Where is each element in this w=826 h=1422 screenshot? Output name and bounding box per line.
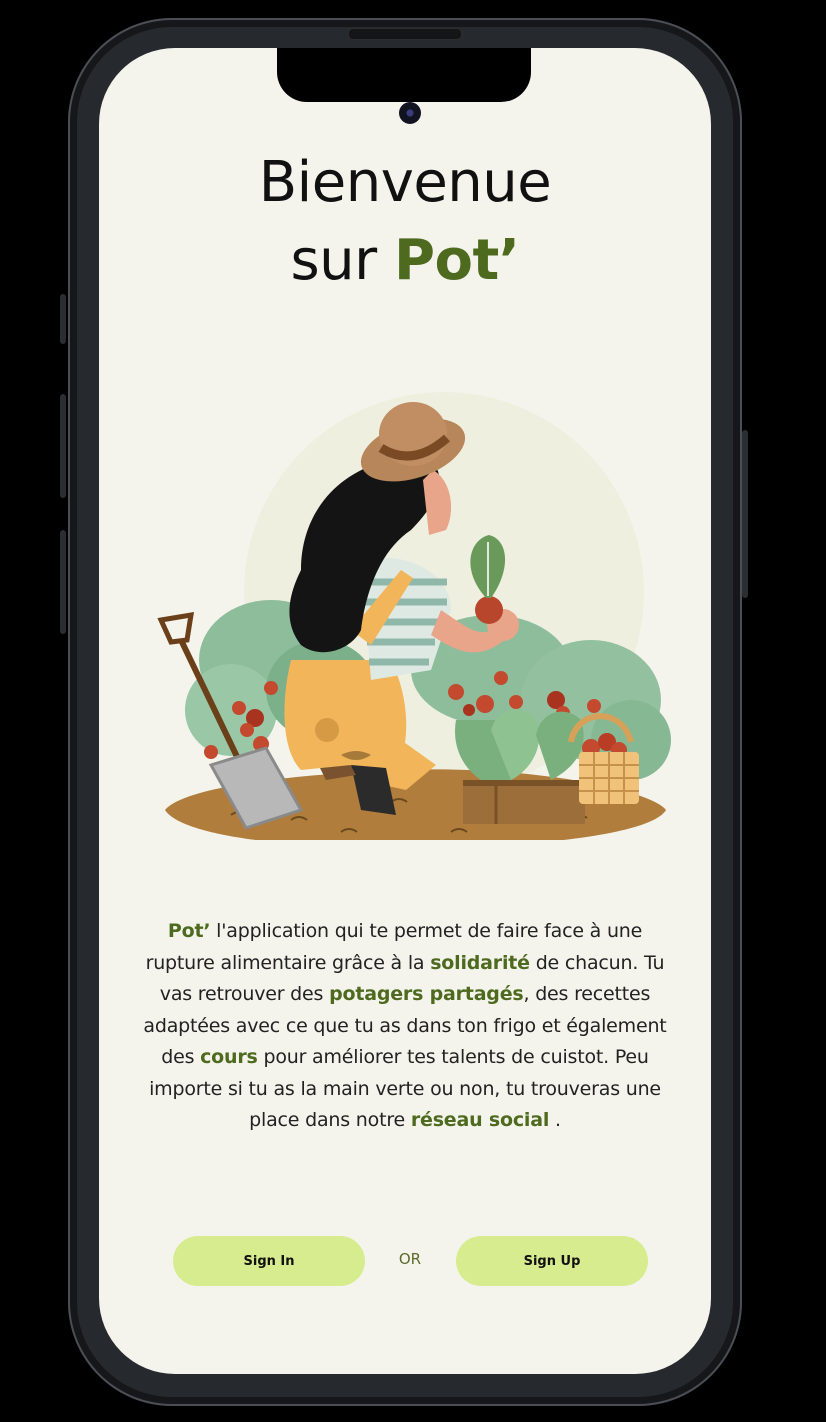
app-description: Pot’ l'application qui te permet de fair… (139, 916, 671, 1137)
volume-up-button (60, 394, 66, 498)
notch (277, 48, 531, 102)
description-text: . (549, 1109, 561, 1131)
mute-switch (60, 294, 66, 344)
vegetable-crate (455, 709, 585, 824)
description-highlight: Pot’ (167, 920, 211, 942)
description-highlight: potagers partagés (329, 983, 524, 1005)
welcome-line1: Bienvenue (258, 150, 552, 215)
sign-up-button[interactable]: Sign Up (456, 1236, 648, 1286)
description-highlight: solidarité (430, 951, 530, 974)
speaker-grille (348, 28, 462, 40)
volume-down-button (60, 530, 66, 634)
phone-screen: Bienvenue sur Pot’ Pot’ l'application qu… (99, 48, 711, 1374)
welcome-line2-prefix: sur (290, 228, 394, 293)
or-separator: OR (398, 1250, 422, 1268)
sign-in-button[interactable]: Sign In (173, 1236, 365, 1286)
front-camera (399, 102, 421, 124)
welcome-title: Bienvenue sur Pot’ (99, 144, 711, 300)
description-highlight: cours (200, 1046, 258, 1068)
power-button (742, 430, 748, 598)
description-highlight: réseau social (410, 1109, 550, 1131)
gardener-illustration (157, 392, 671, 840)
brand-name: Pot’ (393, 228, 520, 293)
